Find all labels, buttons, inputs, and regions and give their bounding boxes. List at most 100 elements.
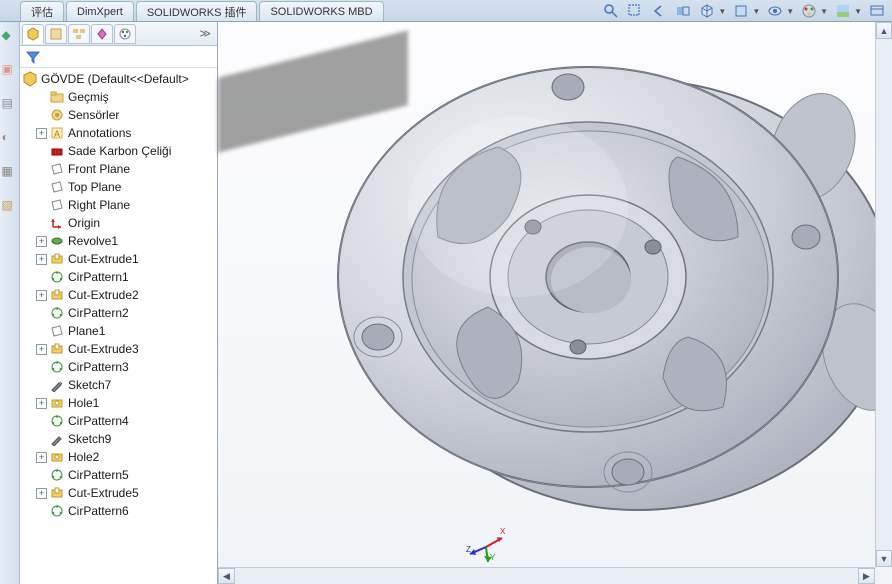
appearances-icon[interactable]: ◐ (2, 130, 18, 146)
tree-item-sketch9[interactable]: Sketch9 (20, 430, 217, 448)
tree-root-label: GÖVDE (Default<<Default> (41, 72, 189, 86)
tree-item-cirpattern2[interactable]: CirPattern2 (20, 304, 217, 322)
tree-item-material[interactable]: Sade Karbon Çeliği (20, 142, 217, 160)
panel-expand-icon[interactable]: ≫ (199, 27, 211, 40)
tab-evaluate[interactable]: 评估 (20, 1, 64, 21)
zoom-to-fit-icon[interactable] (602, 2, 620, 20)
tree-item-cirpattern5[interactable]: CirPattern5 (20, 466, 217, 484)
file-explorer-icon[interactable]: ▣ (2, 62, 18, 78)
forum-icon[interactable]: ▧ (2, 198, 18, 214)
tree-item-sensors[interactable]: Sensörler (20, 106, 217, 124)
graphics-viewport[interactable]: X Y Z (218, 22, 892, 584)
tree-item-cutextrude5[interactable]: +Cut-Extrude5 (20, 484, 217, 502)
tree-item-hole1[interactable]: +Hole1 (20, 394, 217, 412)
tree-item-hole2[interactable]: +Hole2 (20, 448, 217, 466)
tree-item-frontplane[interactable]: Front Plane (20, 160, 217, 178)
feature-manager-tab[interactable] (22, 24, 44, 44)
svg-text:X: X (500, 527, 506, 536)
circular-pattern-icon (49, 413, 65, 429)
tree-item-annotations[interactable]: +AAnnotations (20, 124, 217, 142)
manager-tab-row: ≫ (20, 22, 217, 46)
custom-props-icon[interactable]: ▦ (2, 164, 18, 180)
plane-icon (49, 197, 65, 213)
tree-root[interactable]: GÖVDE (Default<<Default> (20, 70, 217, 88)
plane-icon (49, 161, 65, 177)
view-orientation-icon[interactable] (698, 2, 716, 20)
view-palette-icon[interactable]: ▤ (2, 96, 18, 112)
property-manager-tab[interactable] (45, 24, 67, 44)
expand-icon[interactable]: + (36, 254, 47, 265)
configuration-manager-tab[interactable] (68, 24, 90, 44)
svg-text:Y: Y (490, 553, 496, 562)
filter-icon[interactable] (26, 50, 40, 64)
apply-scene-icon[interactable] (834, 2, 852, 20)
tree-item-cutextrude2[interactable]: +Cut-Extrude2 (20, 286, 217, 304)
scroll-up-button[interactable]: ▲ (876, 22, 892, 39)
tree-item-cutextrude1[interactable]: +Cut-Extrude1 (20, 250, 217, 268)
annotation-icon: A (49, 125, 65, 141)
dimxpert-manager-tab[interactable] (91, 24, 113, 44)
svg-text:A: A (54, 129, 60, 139)
display-style-icon[interactable] (732, 2, 750, 20)
tree-item-history[interactable]: Geçmiş (20, 88, 217, 106)
edit-appearance-icon[interactable] (800, 2, 818, 20)
dropdown-icon[interactable]: ▼ (718, 7, 726, 16)
expand-icon[interactable]: + (36, 398, 47, 409)
scroll-right-button[interactable]: ▶ (858, 568, 875, 584)
tree-item-topplane[interactable]: Top Plane (20, 178, 217, 196)
folder-icon (49, 89, 65, 105)
zoom-to-area-icon[interactable] (626, 2, 644, 20)
design-library-icon[interactable]: ◆ (2, 28, 18, 44)
tree-item-origin[interactable]: Origin (20, 214, 217, 232)
tree-item-plane1[interactable]: Plane1 (20, 322, 217, 340)
display-manager-tab[interactable] (114, 24, 136, 44)
hide-show-icon[interactable] (766, 2, 784, 20)
plane-icon (49, 179, 65, 195)
horizontal-scrollbar[interactable]: ◀ ▶ (218, 567, 875, 584)
tree-item-cirpattern3[interactable]: CirPattern3 (20, 358, 217, 376)
dropdown-icon[interactable]: ▼ (786, 7, 794, 16)
expand-icon[interactable]: + (36, 290, 47, 301)
dropdown-icon[interactable]: ▼ (752, 7, 760, 16)
sketch-icon (49, 377, 65, 393)
feature-manager-panel: ≫ GÖVDE (Default<<Default> Geçmiş Sensör… (20, 22, 218, 584)
heads-up-view-toolbar: ▼ ▼ ▼ ▼ ▼ (602, 0, 886, 22)
section-view-icon[interactable] (674, 2, 692, 20)
dropdown-icon[interactable]: ▼ (820, 7, 828, 16)
feature-tree[interactable]: GÖVDE (Default<<Default> Geçmiş Sensörle… (20, 68, 217, 584)
cut-extrude-icon (49, 287, 65, 303)
tab-dimxpert[interactable]: DimXpert (66, 1, 134, 21)
hole-icon (49, 395, 65, 411)
filter-bar (20, 46, 217, 68)
circular-pattern-icon (49, 503, 65, 519)
scroll-down-button[interactable]: ▼ (876, 550, 892, 567)
view-settings-icon[interactable] (868, 2, 886, 20)
tree-item-cutextrude3[interactable]: +Cut-Extrude3 (20, 340, 217, 358)
origin-icon (49, 215, 65, 231)
tree-item-cirpattern1[interactable]: CirPattern1 (20, 268, 217, 286)
expand-icon[interactable]: + (36, 344, 47, 355)
cut-extrude-icon (49, 251, 65, 267)
vertical-scrollbar[interactable]: ▲ ▼ (875, 22, 892, 567)
expand-icon[interactable]: + (36, 452, 47, 463)
expand-icon[interactable]: + (36, 128, 47, 139)
hole-icon (49, 449, 65, 465)
tree-item-rightplane[interactable]: Right Plane (20, 196, 217, 214)
tree-item-sketch7[interactable]: Sketch7 (20, 376, 217, 394)
expand-icon[interactable]: + (36, 236, 47, 247)
model-render (288, 32, 888, 532)
previous-view-icon[interactable] (650, 2, 668, 20)
dropdown-icon[interactable]: ▼ (854, 7, 862, 16)
tab-plugins[interactable]: SOLIDWORKS 插件 (136, 1, 258, 21)
coordinate-triad: X Y Z (466, 522, 506, 562)
task-pane-strip: ◆ ▣ ▤ ◐ ▦ ▧ (0, 22, 20, 584)
cut-extrude-icon (49, 341, 65, 357)
tree-item-cirpattern6[interactable]: CirPattern6 (20, 502, 217, 520)
scroll-left-button[interactable]: ◀ (218, 568, 235, 584)
tree-item-revolve1[interactable]: +Revolve1 (20, 232, 217, 250)
tree-item-cirpattern4[interactable]: CirPattern4 (20, 412, 217, 430)
material-icon (49, 143, 65, 159)
circular-pattern-icon (49, 467, 65, 483)
tab-mbd[interactable]: SOLIDWORKS MBD (259, 1, 383, 21)
expand-icon[interactable]: + (36, 488, 47, 499)
